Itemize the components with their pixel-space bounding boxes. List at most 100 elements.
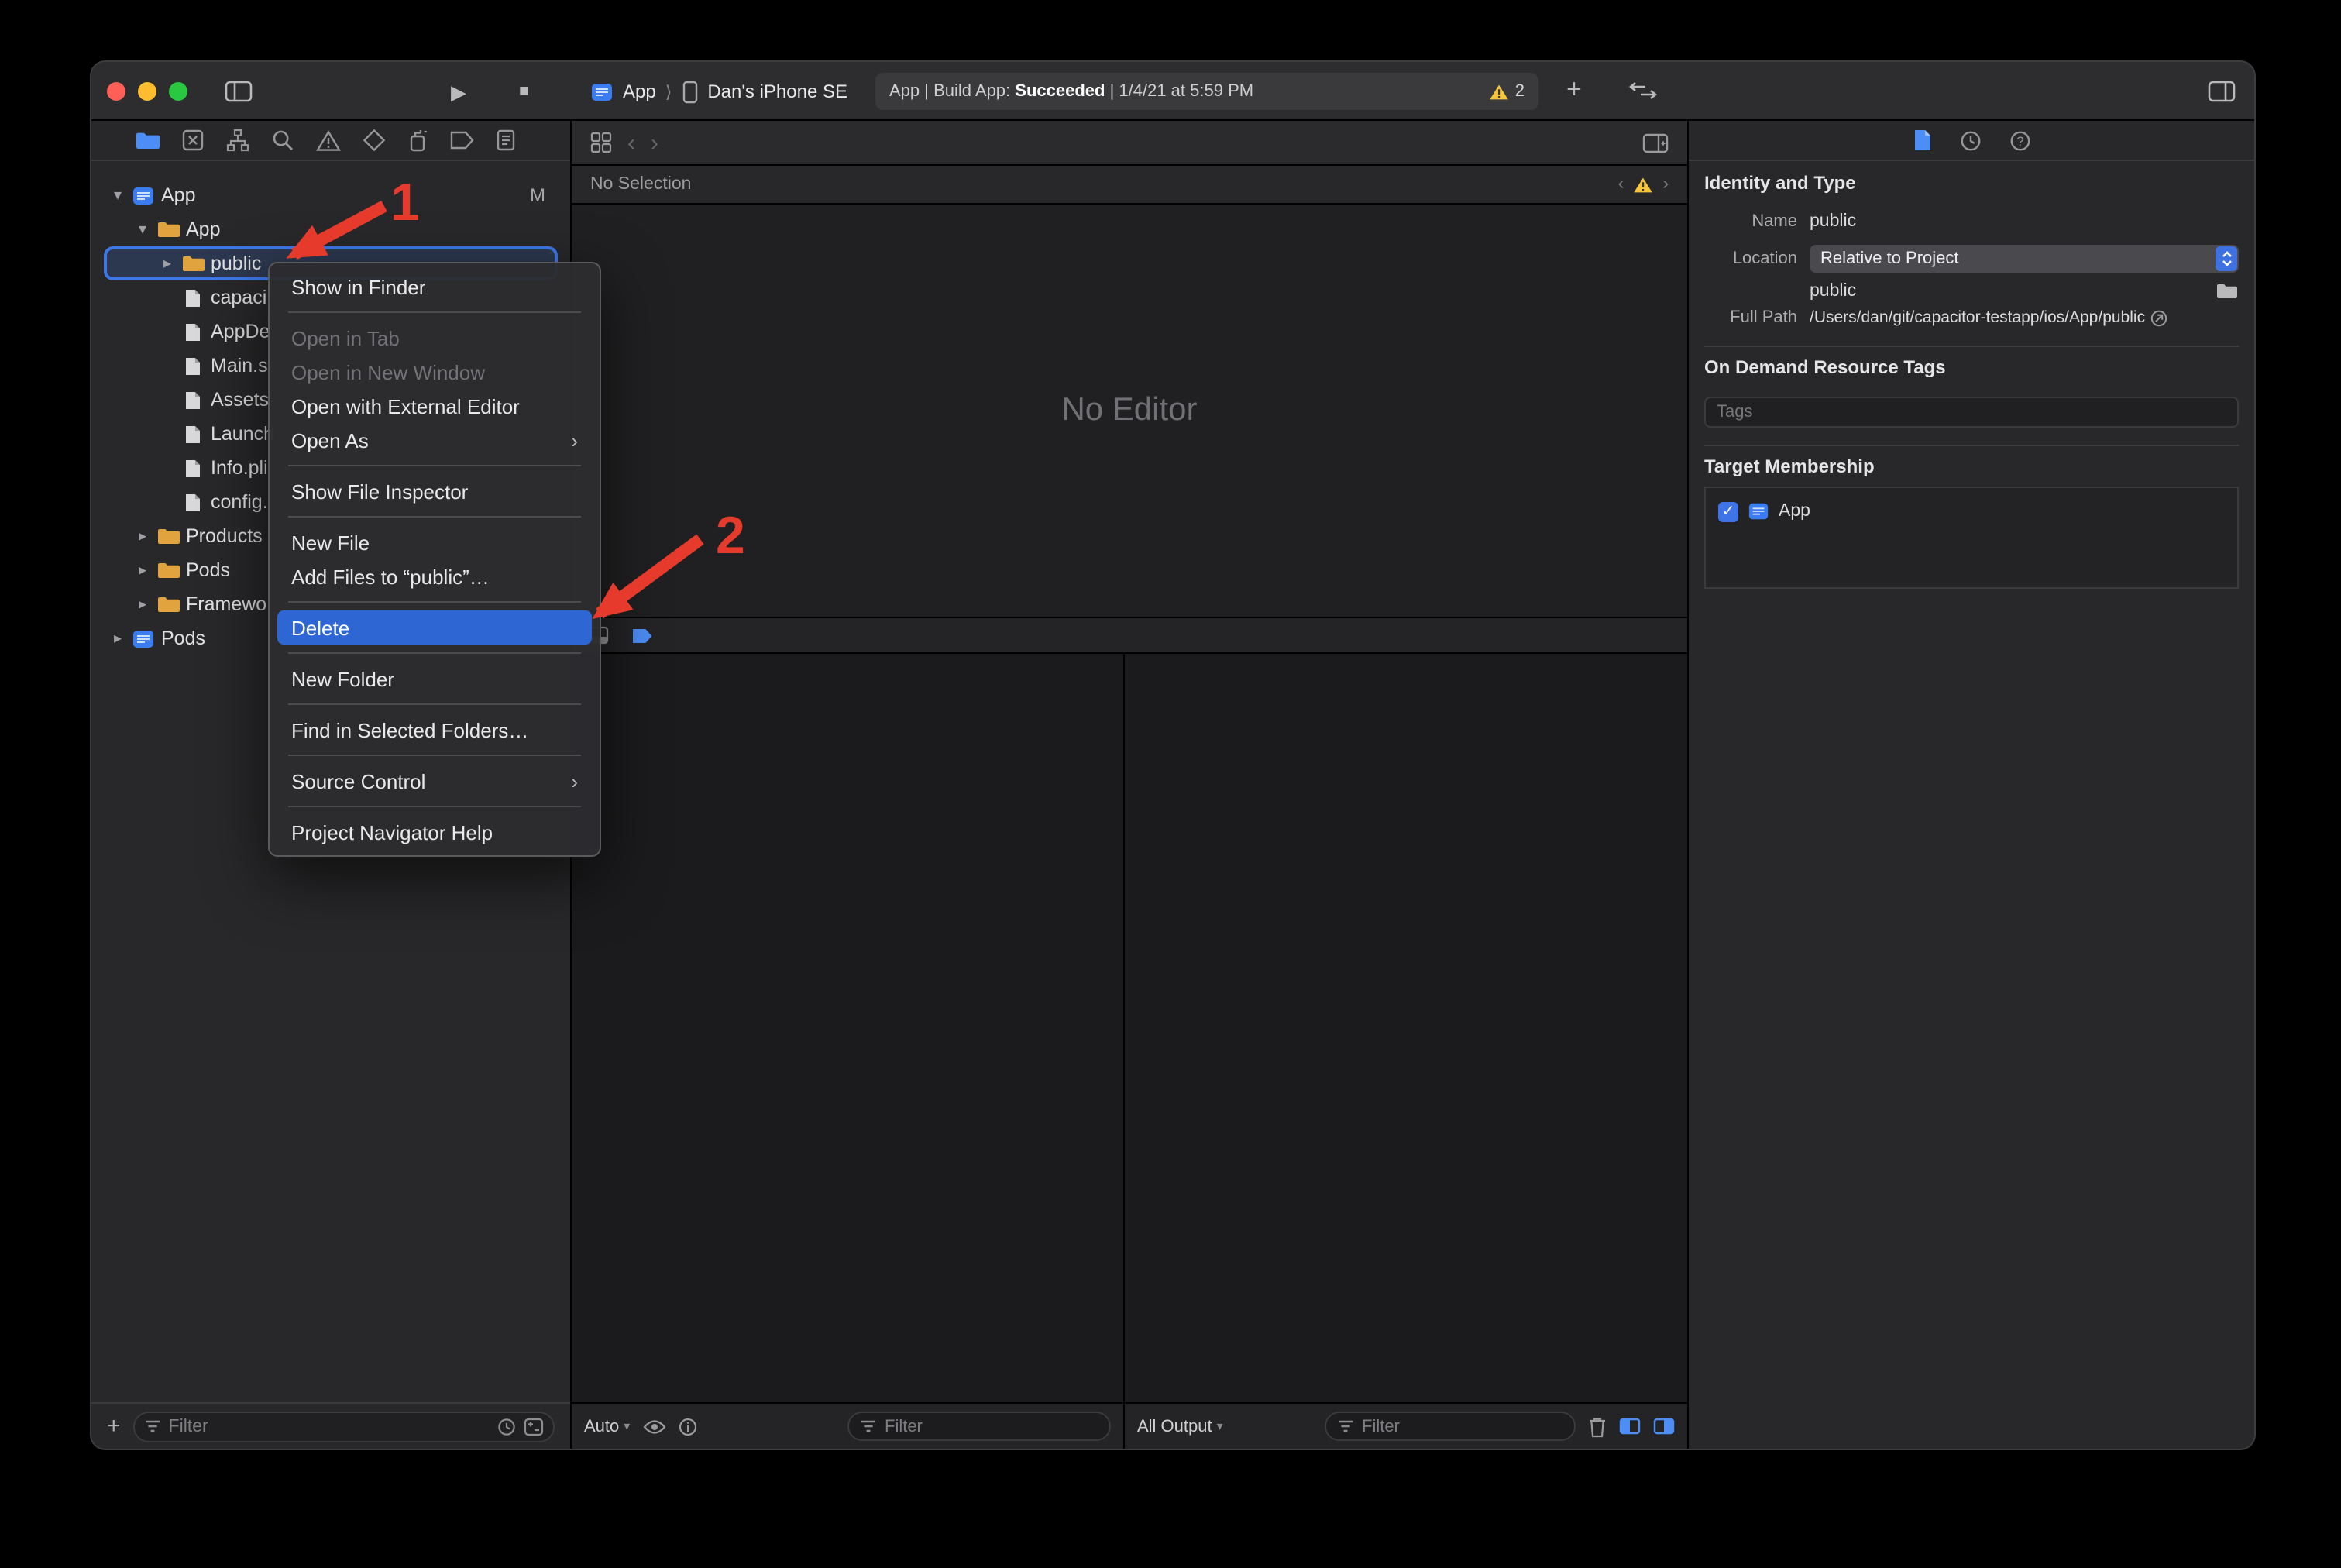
add-button[interactable]: + [107,1413,121,1439]
folder-icon [153,561,181,579]
menu-item-new-file[interactable]: New File [277,525,592,559]
target-app-checkbox[interactable]: ✓ [1718,501,1738,521]
scheme-name: App [623,81,656,102]
report-navigator-icon[interactable] [496,129,516,152]
debug-bar [572,617,1687,654]
run-button[interactable]: ▶ [451,81,466,105]
console-pane-toggle-icon[interactable] [1653,1418,1675,1435]
toolbar: ▶ ■ App ⟩ Dan's iPhone SE App | Build Ap… [91,62,2254,121]
breakpoint-navigator-icon[interactable] [449,130,474,150]
debug-navigator-icon[interactable] [407,129,428,152]
related-items-icon[interactable] [590,132,612,153]
scheme-selector[interactable]: App ⟩ Dan's iPhone SE [590,62,847,121]
issue-navigator-icon[interactable] [316,129,341,151]
full-path-arrow-icon[interactable] [2150,309,2167,326]
variables-filter-input[interactable]: Filter [847,1412,1111,1441]
back-button[interactable]: ‹ [627,129,635,156]
editor-area: ‹ › No Selection ‹ › No Editor [572,121,1687,1449]
info-icon[interactable] [678,1417,696,1436]
menu-separator [288,703,581,705]
inspector-toggle-button[interactable] [2208,81,2236,102]
disclosure-icon[interactable]: ▸ [132,528,153,545]
doc-icon [178,287,206,308]
tree-item-label: Pods [161,628,205,649]
zoom-button[interactable] [169,82,187,101]
forward-button[interactable]: › [651,129,658,156]
tree-item-label: App [161,184,196,206]
file-inspector-tab[interactable] [1913,129,1931,152]
console-view[interactable] [1125,654,1687,1402]
stop-button[interactable]: ■ [519,82,529,101]
menu-item-show-file-inspector[interactable]: Show File Inspector [277,474,592,508]
project-navigator-icon[interactable] [135,129,160,151]
navigator-toggle-button[interactable] [225,81,253,102]
disclosure-icon[interactable]: ▸ [132,562,153,579]
menu-item-source-control[interactable]: Source Control› [277,764,592,798]
console-scope-select[interactable]: All Output ▾ [1137,1417,1223,1436]
disclosure-icon[interactable]: ▸ [132,596,153,613]
menu-item-find-in-selected-folders[interactable]: Find in Selected Folders… [277,713,592,747]
disclosure-icon[interactable]: ▾ [107,187,129,204]
device-icon [681,80,698,103]
next-issue-button[interactable]: › [1662,175,1669,194]
menu-item-new-folder[interactable]: New Folder [277,662,592,696]
menu-item-add-files-to-public[interactable]: Add Files to “public”… [277,559,592,593]
full-path-value: /Users/dan/git/capacitor-testapp/ios/App… [1810,308,2145,327]
source-control-filter-icon[interactable] [524,1417,544,1436]
source-control-status-badge: M [530,184,545,206]
choose-folder-icon[interactable] [2216,281,2239,300]
tree-item-app[interactable]: ▾ App M [91,178,570,212]
tree-item-label: Pods [186,559,230,581]
target-row-app[interactable]: ✓ App [1706,488,2237,522]
quicklook-eye-icon[interactable] [642,1418,665,1434]
location-select[interactable]: Relative to Project [1810,245,2239,273]
disclosure-icon[interactable]: ▾ [132,221,153,238]
project-icon [129,627,156,650]
disclosure-icon[interactable]: ▸ [156,255,178,272]
clear-console-trash-icon[interactable] [1588,1415,1607,1437]
breakpoints-toggle-icon[interactable] [631,627,654,644]
disclosure-icon[interactable]: ▸ [107,630,129,647]
tree-item-label: Products [186,525,263,547]
folder-icon [153,595,181,614]
recent-files-clock-icon[interactable] [497,1417,516,1436]
code-review-button[interactable] [1628,81,1658,101]
activity-status[interactable]: App | Build App: Succeeded | 1/4/21 at 5… [875,73,1538,110]
variables-pane-toggle-icon[interactable] [1619,1418,1641,1435]
variables-scope-select[interactable]: Auto ▾ [584,1417,630,1436]
menu-item-open-as[interactable]: Open As› [277,423,592,457]
navigator-filter-input[interactable]: Filter [133,1411,555,1442]
add-editor-icon[interactable] [1642,132,1669,153]
source-control-navigator-icon[interactable] [181,129,205,152]
menu-separator [288,652,581,654]
filter-icon [144,1418,161,1435]
tags-input[interactable]: Tags [1704,397,2239,428]
tree-item-app[interactable]: ▾App [91,212,570,246]
warning-badge[interactable]: 2 [1489,82,1525,101]
minimize-button[interactable] [138,82,156,101]
device-name: Dan's iPhone SE [707,81,847,102]
scheme-chevron: ⟩ [665,81,672,101]
previous-issue-button[interactable]: ‹ [1618,175,1624,194]
debug-bottom-bar: Auto ▾ Filter All Output ▾ [572,1402,1687,1449]
menu-item-delete[interactable]: Delete [277,610,592,645]
quick-help-inspector-tab[interactable]: ? [2009,129,2030,151]
navigator-tab-bar [91,121,570,161]
close-button[interactable] [107,82,125,101]
console-filter-input[interactable]: Filter [1325,1412,1576,1441]
popup-arrow-icon: ▾ [1217,1419,1223,1433]
menu-item-open-with-external-editor[interactable]: Open with External Editor [277,389,592,423]
menu-item-show-in-finder[interactable]: Show in Finder [277,270,592,304]
submenu-arrow-icon: › [571,769,578,793]
menu-item-project-navigator-help[interactable]: Project Navigator Help [277,815,592,849]
test-navigator-icon[interactable] [363,129,386,152]
history-inspector-tab[interactable] [1959,129,1981,151]
menu-item-label: Add Files to “public”… [291,565,490,588]
identity-header: Identity and Type [1704,172,1856,194]
symbol-navigator-icon[interactable] [226,129,249,152]
issue-warning-icon[interactable] [1633,176,1653,193]
jump-bar[interactable]: No Selection ‹ › [572,166,1687,205]
find-navigator-icon[interactable] [271,129,294,152]
variables-view[interactable] [572,654,1125,1402]
library-add-button[interactable]: + [1566,74,1582,105]
